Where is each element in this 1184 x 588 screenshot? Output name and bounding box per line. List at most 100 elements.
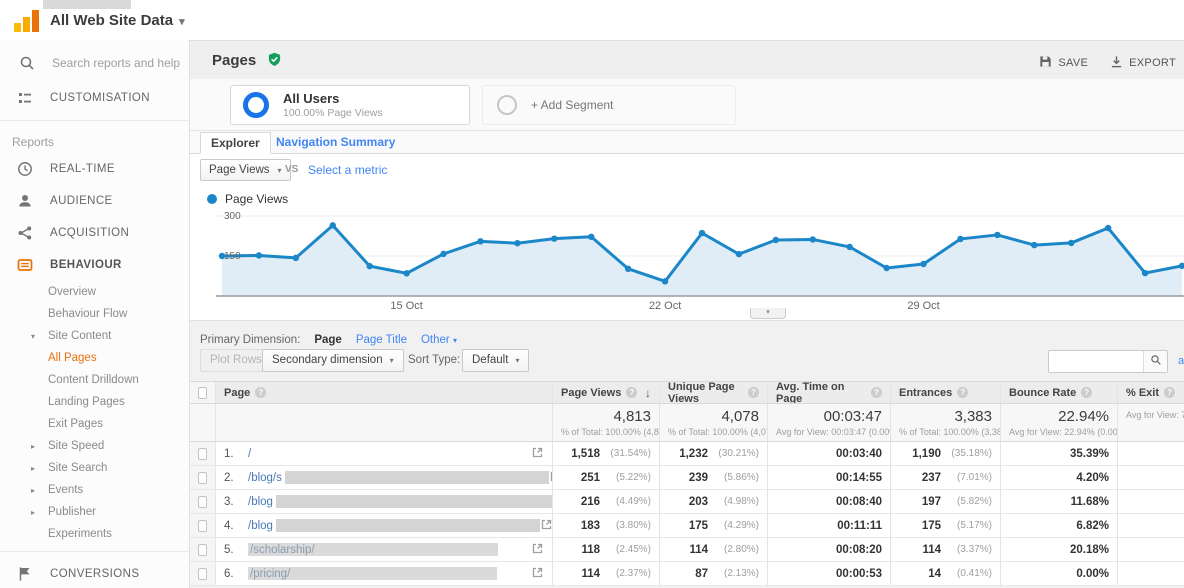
sidebar-item-behaviour[interactable]: BEHAVIOUR <box>0 249 189 281</box>
cell-value: 0.00% <box>1076 568 1109 580</box>
summary-subtext: Avg for View: 00:03:47 (0.00%) <box>776 427 882 437</box>
open-page-icon[interactable] <box>531 446 544 462</box>
tab-navigation-summary[interactable]: Navigation Summary <box>276 135 395 149</box>
clock-icon <box>16 160 34 178</box>
help-icon[interactable]: ? <box>1164 387 1175 398</box>
help-icon[interactable]: ? <box>255 387 266 398</box>
help-icon[interactable]: ? <box>626 387 637 398</box>
sidebar-search[interactable]: Search reports and help <box>0 40 189 82</box>
chart-collapse-handle[interactable]: ▾ <box>750 308 786 319</box>
sidebar-item-landing-pages[interactable]: Landing Pages <box>0 391 189 413</box>
help-icon[interactable]: ? <box>748 387 759 398</box>
dimension-other[interactable]: Other ▾ <box>421 334 457 346</box>
help-icon[interactable]: ? <box>1081 387 1092 398</box>
summary-value: 4,078 <box>668 408 759 425</box>
help-icon[interactable]: ? <box>871 387 882 398</box>
export-button[interactable]: EXPORT <box>1110 55 1176 71</box>
shield-check-icon <box>267 52 282 72</box>
sidebar-item-publisher[interactable]: ▸Publisher <box>0 501 189 523</box>
segment-all-users[interactable]: All Users 100.00% Page Views <box>230 85 470 125</box>
caret-down-icon: ▾ <box>390 356 394 365</box>
sidebar-item-behaviour-flow[interactable]: Behaviour Flow <box>0 303 189 325</box>
sidebar-item-content-drilldown[interactable]: Content Drilldown <box>0 369 189 391</box>
page-path-link[interactable]: / <box>248 448 251 460</box>
page-cell: 4./blog <box>215 514 552 537</box>
select-all-checkbox[interactable] <box>198 387 207 399</box>
column-header-label: Page <box>224 387 250 399</box>
row-checkbox[interactable] <box>198 568 207 580</box>
cell-pv: 216(4.49%) <box>552 490 659 513</box>
page-path-link[interactable]: /blog <box>248 520 273 532</box>
row-checkbox[interactable] <box>198 448 207 460</box>
dimension-page[interactable]: Page <box>314 334 342 346</box>
sidebar-item-experiments[interactable]: Experiments <box>0 523 189 545</box>
column-header-time[interactable]: Avg. Time on Page? <box>767 382 890 403</box>
open-page-icon[interactable] <box>531 542 544 558</box>
sidebar-item-site-search[interactable]: ▸Site Search <box>0 457 189 479</box>
view-title: All Web Site Data <box>50 12 173 29</box>
add-segment-button[interactable]: + Add Segment <box>482 85 736 125</box>
sidebar-item-exit-pages[interactable]: Exit Pages <box>0 413 189 435</box>
column-header-exit[interactable]: % Exit? <box>1117 382 1184 403</box>
cell-ent: 197(5.82%) <box>890 490 1000 513</box>
chart-point <box>1105 225 1111 231</box>
summary-cell-time: 00:03:47Avg for View: 00:03:47 (0.00%) <box>767 404 890 441</box>
page-cell: 6./pricing/ <box>215 562 552 585</box>
sidebar-item-label: Exit Pages <box>48 418 103 430</box>
sidebar-item-overview[interactable]: Overview <box>0 281 189 303</box>
open-page-icon[interactable] <box>531 566 544 582</box>
row-index: 2. <box>224 472 240 484</box>
plot-rows-button[interactable]: Plot Rows <box>200 349 272 372</box>
tab-explorer[interactable]: Explorer <box>200 132 271 154</box>
sort-type-button[interactable]: Default▾ <box>462 349 529 372</box>
sidebar-item-real-time[interactable]: REAL-TIME <box>0 153 189 185</box>
chart-point <box>403 270 409 276</box>
column-header-page[interactable]: Page? <box>215 382 552 403</box>
search-button[interactable] <box>1143 351 1167 372</box>
column-header-ent[interactable]: Entrances? <box>890 382 1000 403</box>
row-checkbox[interactable] <box>198 496 207 508</box>
secondary-dimension-button[interactable]: Secondary dimension▾ <box>262 349 404 372</box>
column-header-bounce[interactable]: Bounce Rate? <box>1000 382 1117 403</box>
sidebar-item-acquisition[interactable]: ACQUISITION <box>0 217 189 249</box>
caret-down-icon: ▾ <box>515 356 519 365</box>
page-path-link[interactable]: /blog/s <box>248 472 282 484</box>
dimension-page-title[interactable]: Page Title <box>356 334 407 346</box>
row-checkbox[interactable] <box>198 544 207 556</box>
column-header-pv[interactable]: Page Views?↓ <box>552 382 659 403</box>
caret-down-icon: ▾ <box>31 332 35 341</box>
person-icon <box>16 192 34 210</box>
sidebar-item-all-pages[interactable]: All Pages <box>0 347 189 369</box>
magnifier-icon <box>1150 353 1162 371</box>
cell-percent: (2.80%) <box>713 544 759 555</box>
pageviews-chart[interactable]: 30015015 Oct22 Oct29 Oct <box>190 206 1184 318</box>
view-selector[interactable]: All Web Site Data▾ <box>50 12 185 29</box>
help-icon[interactable]: ? <box>957 387 968 398</box>
row-checkbox[interactable] <box>198 472 207 484</box>
row-checkbox[interactable] <box>198 520 207 532</box>
open-page-icon[interactable] <box>540 518 552 534</box>
advanced-link[interactable]: a <box>1178 355 1184 367</box>
table-search-input[interactable] <box>1049 351 1143 372</box>
row-checkbox-cell <box>190 490 215 513</box>
sidebar-item-events[interactable]: ▸Events <box>0 479 189 501</box>
sidebar-item-label: Landing Pages <box>48 396 125 408</box>
cell-pv: 118(2.45%) <box>552 538 659 561</box>
select-a-metric-link[interactable]: Select a metric <box>308 163 387 177</box>
page-path-link[interactable]: /blog <box>248 496 273 508</box>
sidebar-item-conversions[interactable]: CONVERSIONS <box>0 558 189 588</box>
sidebar-item-customisation[interactable]: CUSTOMISATION <box>0 82 189 114</box>
sidebar-item-audience[interactable]: AUDIENCE <box>0 185 189 217</box>
cell-value: 20.18% <box>1070 544 1109 556</box>
report-tabs: Explorer Navigation Summary <box>190 131 1184 154</box>
cell-value: 87 <box>695 568 708 580</box>
flag-icon <box>16 565 34 583</box>
save-button[interactable]: SAVE <box>1039 55 1088 71</box>
masked-account-name <box>43 0 131 9</box>
column-header-upv[interactable]: Unique Page Views? <box>659 382 767 403</box>
sidebar-item-site-speed[interactable]: ▸Site Speed <box>0 435 189 457</box>
cell-percent: (5.22%) <box>605 472 651 483</box>
sidebar-item-site-content[interactable]: ▾Site Content <box>0 325 189 347</box>
sort-desc-icon[interactable]: ↓ <box>645 386 651 400</box>
metric-selector-button[interactable]: Page Views▾ <box>200 159 291 181</box>
